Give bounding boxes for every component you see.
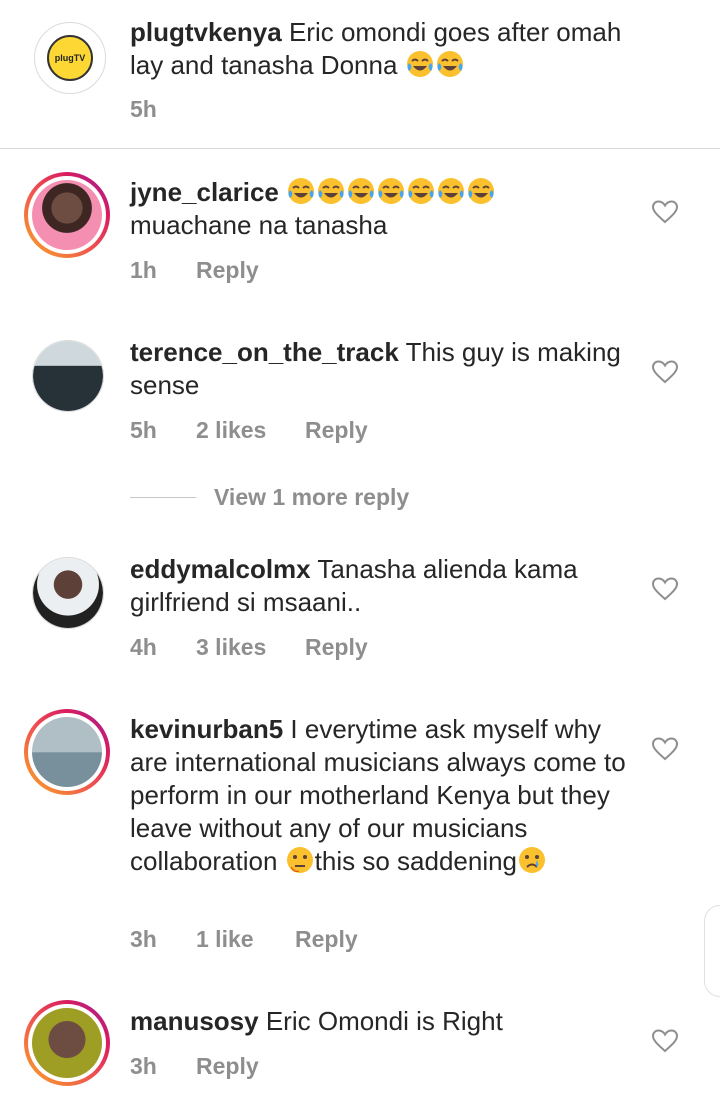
comment-text: eddymalcolmx Tanasha alienda kama girlfr… bbox=[130, 553, 630, 619]
thinking-face-emoji bbox=[286, 847, 313, 873]
plugtvkenya-avatar[interactable]: plugTV bbox=[34, 22, 106, 94]
comment-time: 1h bbox=[130, 257, 157, 283]
comment-username[interactable]: eddymalcolmx bbox=[130, 554, 311, 584]
comment-time: 5h bbox=[130, 417, 157, 443]
post-caption: plugTV plugtvkenya Eric omondi goes afte… bbox=[0, 0, 720, 148]
comment-likes[interactable]: 2 likes bbox=[196, 417, 305, 444]
comment-username[interactable]: kevinurban5 bbox=[130, 714, 283, 744]
comment-text: manusosy Eric Omondi is Right bbox=[130, 1005, 630, 1038]
comment-time: 3h bbox=[130, 1053, 157, 1079]
comment-text: jyne_clarice muachane na tanasha bbox=[130, 176, 630, 242]
tears-of-joy-emoji bbox=[318, 178, 345, 204]
tears-of-joy-emoji bbox=[438, 178, 465, 204]
caption-meta: 5h bbox=[130, 96, 196, 123]
heart-outline-icon[interactable] bbox=[652, 1029, 678, 1053]
comment-text: terence_on_the_track This guy is making … bbox=[130, 336, 630, 402]
tears-of-joy-emoji bbox=[288, 178, 315, 204]
comment-meta: 3h 1 like Reply bbox=[130, 926, 358, 953]
crying-face-emoji bbox=[519, 847, 546, 873]
comment-body: Eric Omondi is Right bbox=[265, 1006, 503, 1036]
tears-of-joy-emoji bbox=[348, 178, 375, 204]
view-more-line bbox=[130, 497, 196, 498]
eddymalcolmx-avatar[interactable] bbox=[32, 557, 104, 629]
scrollbar-thumb[interactable] bbox=[704, 905, 720, 997]
comment-time: 4h bbox=[130, 634, 157, 660]
comment-meta: 4h 3 likes Reply bbox=[130, 634, 368, 661]
kevinurban5-avatar[interactable] bbox=[24, 709, 110, 795]
heart-outline-icon[interactable] bbox=[652, 577, 678, 601]
comment-username[interactable]: manusosy bbox=[130, 1006, 259, 1036]
comment-meta: 3h Reply bbox=[130, 1053, 259, 1080]
comment-body-end: this so saddening bbox=[314, 846, 518, 876]
reply-button[interactable]: Reply bbox=[305, 417, 368, 444]
comment-username[interactable]: jyne_clarice bbox=[130, 177, 279, 207]
comment-time: 3h bbox=[130, 926, 157, 952]
tears-of-joy-emoji bbox=[468, 178, 495, 204]
tears-of-joy-emoji bbox=[436, 51, 463, 77]
comment-text: kevinurban5 I everytime ask myself why a… bbox=[130, 713, 630, 878]
tears-of-joy-emoji bbox=[408, 178, 435, 204]
comment-username[interactable]: terence_on_the_track bbox=[130, 337, 399, 367]
terence-on-the-track-avatar[interactable] bbox=[32, 340, 104, 412]
tears-of-joy-emoji bbox=[378, 178, 405, 204]
comment-likes[interactable]: 3 likes bbox=[196, 634, 305, 661]
comment-likes[interactable]: 1 like bbox=[196, 926, 295, 953]
view-more-replies[interactable]: View 1 more reply bbox=[130, 484, 409, 511]
comment-meta: 1h Reply bbox=[130, 257, 259, 284]
reply-button[interactable]: Reply bbox=[295, 926, 358, 953]
reply-button[interactable]: Reply bbox=[196, 1053, 259, 1080]
caption-time: 5h bbox=[130, 96, 157, 122]
manusosy-avatar[interactable] bbox=[24, 1000, 110, 1086]
heart-outline-icon[interactable] bbox=[652, 200, 678, 224]
reply-button[interactable]: Reply bbox=[305, 634, 368, 661]
plugtv-logo-icon: plugTV bbox=[47, 35, 93, 81]
heart-outline-icon[interactable] bbox=[652, 737, 678, 761]
view-more-label[interactable]: View 1 more reply bbox=[214, 484, 409, 511]
heart-outline-icon[interactable] bbox=[652, 360, 678, 384]
tears-of-joy-emoji bbox=[406, 51, 433, 77]
caption-text: plugtvkenya Eric omondi goes after omah … bbox=[130, 16, 630, 82]
caption-username[interactable]: plugtvkenya bbox=[130, 17, 282, 47]
jyne-clarice-avatar[interactable] bbox=[24, 172, 110, 258]
comment-body: muachane na tanasha bbox=[130, 210, 388, 240]
caption-divider bbox=[0, 148, 720, 149]
reply-button[interactable]: Reply bbox=[196, 257, 259, 284]
comment-meta: 5h 2 likes Reply bbox=[130, 417, 368, 444]
